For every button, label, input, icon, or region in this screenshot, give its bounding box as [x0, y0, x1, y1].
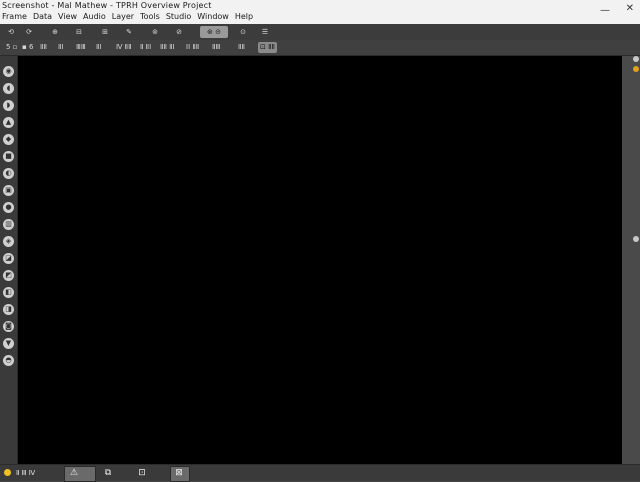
menu-bar: Frame Data View Audio Layer Tools Studio… [2, 12, 253, 21]
toolbar2-item[interactable]: Ⅳ ⅡⅡ [114, 42, 134, 53]
tool-icon[interactable]: ◨ [3, 304, 14, 315]
active-tool-button[interactable]: ⊛ ⊝ [200, 26, 228, 38]
menu-item-tools[interactable]: Tools [140, 12, 160, 21]
tool-icon[interactable]: ▥ [3, 219, 14, 230]
window-controls: — ✕ [596, 2, 636, 22]
tool-icon[interactable]: ◙ [3, 321, 14, 332]
record-icon[interactable]: ⊙ [236, 26, 250, 38]
target-icon[interactable]: ⊚ [148, 26, 162, 38]
tool-icon[interactable]: ◓ [3, 355, 14, 366]
toolbar2-item[interactable]: 5 ▫ [4, 42, 19, 53]
toolbar2-item[interactable]: ⅢⅢ [74, 42, 88, 53]
tool-icon[interactable]: ▼ [3, 338, 14, 349]
status-bar: Ⅱ Ⅲ Ⅳ ⚠ ⧉ ⊡ ⊠ [0, 464, 640, 482]
minimize-button[interactable]: — [600, 6, 610, 16]
title-bar: Screenshot - Mal Mathew - TPRH Overview … [0, 0, 640, 25]
status-indicator-icon [4, 469, 11, 476]
secondary-toolbar: 5 ▫ ▪ 6 ⅡⅡ ⅡⅠ ⅢⅢ ⅡⅠ Ⅳ ⅡⅡ Ⅱ ⅡⅠ ⅡⅡ ⅡⅠ ⅠⅠ Ⅱ… [0, 40, 640, 56]
monitor-icon[interactable]: ⊡ [136, 467, 148, 479]
tool-icon[interactable]: ■ [3, 151, 14, 162]
tool-icon[interactable]: ◈ [3, 236, 14, 247]
tool-icon[interactable]: ● [3, 202, 14, 213]
tool-icon[interactable]: ◩ [3, 270, 14, 281]
tool-icon[interactable]: ◖ [3, 83, 14, 94]
alert-dot-icon[interactable] [633, 66, 639, 72]
menu-item-audio[interactable]: Audio [83, 12, 106, 21]
pencil-icon[interactable]: ✎ [122, 26, 136, 38]
redo-icon[interactable]: ⟳ [22, 26, 36, 38]
menu-item-help[interactable]: Help [235, 12, 253, 21]
tool-icon[interactable]: ◧ [3, 287, 14, 298]
tool-icon[interactable]: ◐ [3, 168, 14, 179]
menu-item-studio[interactable]: Studio [166, 12, 191, 21]
canvas-viewport[interactable] [18, 56, 622, 464]
frame-icon[interactable]: ⊟ [72, 26, 86, 38]
status-text: Ⅱ Ⅲ Ⅳ [16, 469, 36, 477]
toolbar2-item[interactable]: ⅡⅡ [38, 42, 49, 53]
panel-handle-icon[interactable] [633, 56, 639, 62]
tool-icon[interactable]: ◆ [3, 134, 14, 145]
mask-icon[interactable]: ⊘ [172, 26, 186, 38]
toolbar2-item[interactable]: ⅡⅠ [94, 42, 104, 53]
toolbar2-item[interactable]: ⅠⅠ ⅡⅡ [184, 42, 201, 53]
menu-item-window[interactable]: Window [197, 12, 229, 21]
warning-icon[interactable]: ⚠ [68, 467, 80, 479]
window-title: Screenshot - Mal Mathew - TPRH Overview … [2, 1, 212, 10]
right-panel-strip [624, 56, 640, 464]
tool-icon[interactable]: ▣ [3, 185, 14, 196]
tool-icon[interactable]: ◗ [3, 100, 14, 111]
toolbar2-item[interactable]: ▪ 6 [20, 42, 35, 53]
zoom-in-icon[interactable]: ⊕ [48, 26, 62, 38]
menu-icon[interactable]: ☰ [258, 26, 272, 38]
grid-icon[interactable]: ⊞ [98, 26, 112, 38]
tool-icon[interactable]: ◪ [3, 253, 14, 264]
tool-palette: ◉ ◖ ◗ ▲ ◆ ■ ◐ ▣ ● ▥ ◈ ◪ ◩ ◧ ◨ ◙ ▼ ◓ [0, 56, 18, 464]
menu-item-view[interactable]: View [58, 12, 77, 21]
panel-toggle-icon[interactable] [633, 236, 639, 242]
main-toolbar: ⟲ ⟳ ⊕ ⊟ ⊞ ✎ ⊚ ⊘ ⊛ ⊝ ⊙ ☰ [0, 24, 640, 41]
toolbar2-active-item[interactable]: ⊡ ⅡⅡ [258, 42, 277, 53]
tool-icon[interactable]: ◉ [3, 66, 14, 77]
toolbar2-item[interactable]: Ⅱ ⅡⅠ [138, 42, 153, 53]
toolbar2-item[interactable]: ⅡⅠ [56, 42, 66, 53]
crop-icon[interactable]: ⊠ [173, 467, 185, 479]
menu-item-data[interactable]: Data [33, 12, 52, 21]
close-button[interactable]: ✕ [626, 4, 634, 14]
toolbar2-item[interactable]: ⅡⅡ [236, 42, 247, 53]
toolbar2-item[interactable]: ⅡⅡ ⅡⅠ [158, 42, 177, 53]
undo-icon[interactable]: ⟲ [4, 26, 18, 38]
menu-item-frame[interactable]: Frame [2, 12, 27, 21]
toolbar2-item[interactable]: ⅡⅢ [210, 42, 222, 53]
tool-icon[interactable]: ▲ [3, 117, 14, 128]
layers-icon[interactable]: ⧉ [102, 467, 114, 479]
menu-item-layer[interactable]: Layer [112, 12, 134, 21]
